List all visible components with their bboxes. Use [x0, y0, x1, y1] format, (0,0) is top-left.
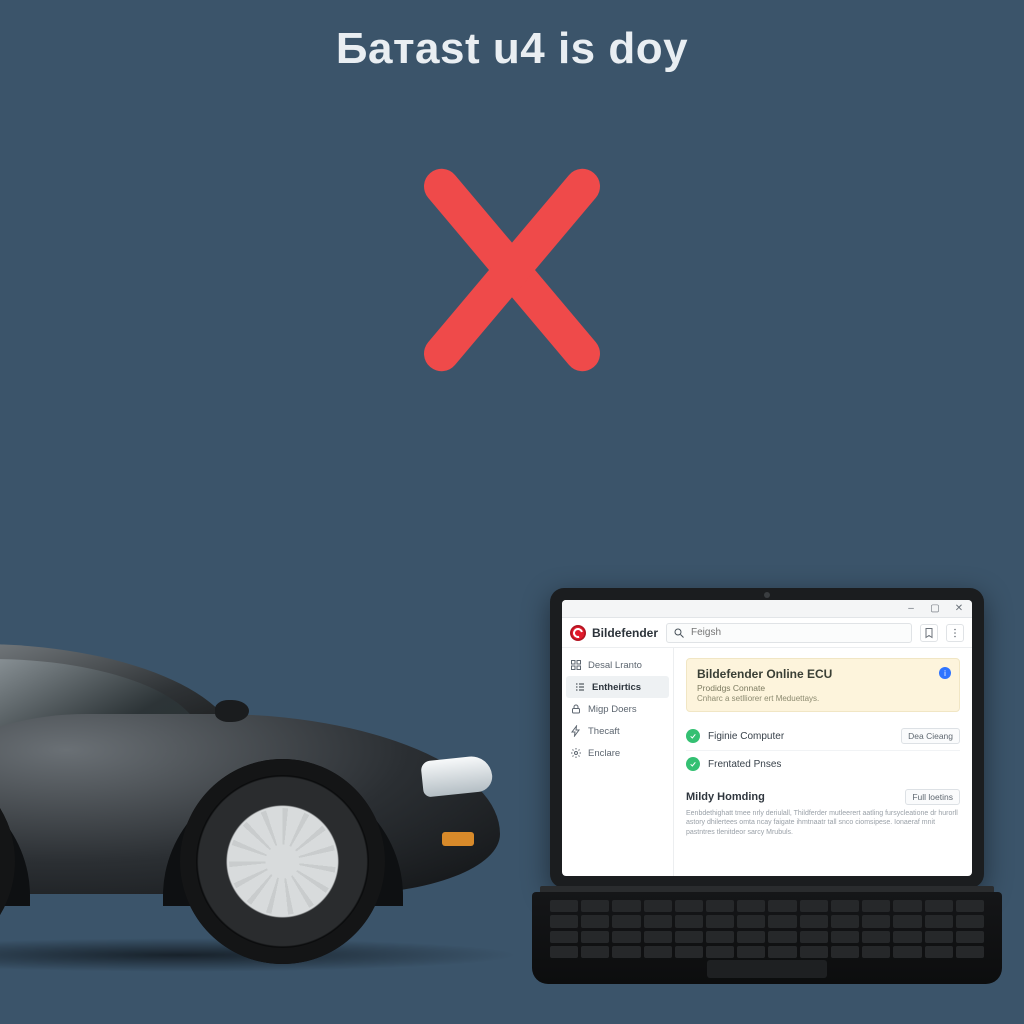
- brand-logo-icon: [570, 625, 586, 641]
- gear-icon: [570, 747, 582, 759]
- trackpad: [707, 960, 827, 978]
- menu-button[interactable]: [946, 624, 964, 642]
- banner-title: Bildefender Online ECU: [697, 667, 949, 681]
- sidebar-item-privacy[interactable]: Migp Doers: [562, 698, 673, 720]
- sidebar-item-label: Migp Doers: [588, 704, 637, 715]
- window-minimize-button[interactable]: –: [904, 603, 918, 614]
- search-input[interactable]: [691, 627, 905, 638]
- check-icon: [686, 729, 700, 743]
- check-icon: [686, 757, 700, 771]
- webcam-icon: [764, 592, 770, 598]
- status-row: Figinie Computer Dea Cieang: [686, 722, 960, 751]
- sidebar-item-label: Entheirtics: [592, 682, 641, 693]
- brand-name: Bildefender: [592, 626, 658, 640]
- banner-subtitle: Prodidgs Connate: [697, 683, 949, 693]
- window-titlebar: – ▢ ✕: [562, 600, 972, 618]
- bookmark-icon: [923, 627, 935, 639]
- sidebar-item-settings[interactable]: Enclare: [562, 742, 673, 764]
- status-label: Figinie Computer: [708, 731, 784, 742]
- alert-banner: Bildefender Online ECU Prodidgs Connate …: [686, 658, 960, 712]
- status-row: Frentated Pnses: [686, 751, 960, 777]
- car-illustration: [0, 584, 500, 964]
- sidebar-item-protection[interactable]: Entheirtics: [566, 676, 669, 698]
- search-icon: [673, 627, 685, 639]
- section-header: Mildy Homding Full loetins: [686, 789, 960, 805]
- section-paragraph: Eenbdethighatt tmee nrly deriulall, Thil…: [686, 809, 960, 837]
- dashboard-icon: [570, 659, 582, 671]
- sidebar-item-label: Enclare: [588, 748, 620, 759]
- checklist-icon: [574, 681, 586, 693]
- x-mark-icon: [402, 160, 622, 380]
- status-action-button[interactable]: Dea Cieang: [901, 728, 960, 744]
- info-icon[interactable]: i: [939, 667, 951, 679]
- status-label: Frentated Pnses: [708, 759, 781, 770]
- banner-description: Cnharc a setlliorer ert Meduettays.: [697, 694, 949, 703]
- lightning-icon: [570, 725, 582, 737]
- sidebar-item-overview[interactable]: Desal Lranto: [562, 654, 673, 676]
- lock-icon: [570, 703, 582, 715]
- brand: Bildefender: [570, 625, 658, 641]
- app-topbar: Bildefender: [562, 618, 972, 648]
- laptop: – ▢ ✕ Bildefender: [532, 588, 1002, 988]
- laptop-base: [532, 892, 1002, 984]
- sidebar: Desal Lranto Entheirtics Migp Doers: [562, 648, 674, 876]
- sidebar-item-label: Thecaft: [588, 726, 620, 737]
- search-box[interactable]: [666, 623, 912, 643]
- kebab-icon: [949, 627, 961, 639]
- sidebar-item-label: Desal Lranto: [588, 660, 642, 671]
- keyboard: [550, 900, 984, 958]
- page-headline: Батast u4 is doy: [0, 24, 1024, 74]
- section-heading: Mildy Homding: [686, 791, 765, 803]
- app-window: – ▢ ✕ Bildefender: [562, 600, 972, 876]
- main-panel: Bildefender Online ECU Prodidgs Connate …: [674, 648, 972, 876]
- bookmark-button[interactable]: [920, 624, 938, 642]
- sidebar-item-utilities[interactable]: Thecaft: [562, 720, 673, 742]
- status-list: Figinie Computer Dea Cieang Frentated Pn…: [686, 722, 960, 777]
- section-action-button[interactable]: Full loetins: [905, 789, 960, 805]
- window-close-button[interactable]: ✕: [952, 603, 966, 614]
- window-maximize-button[interactable]: ▢: [928, 603, 942, 614]
